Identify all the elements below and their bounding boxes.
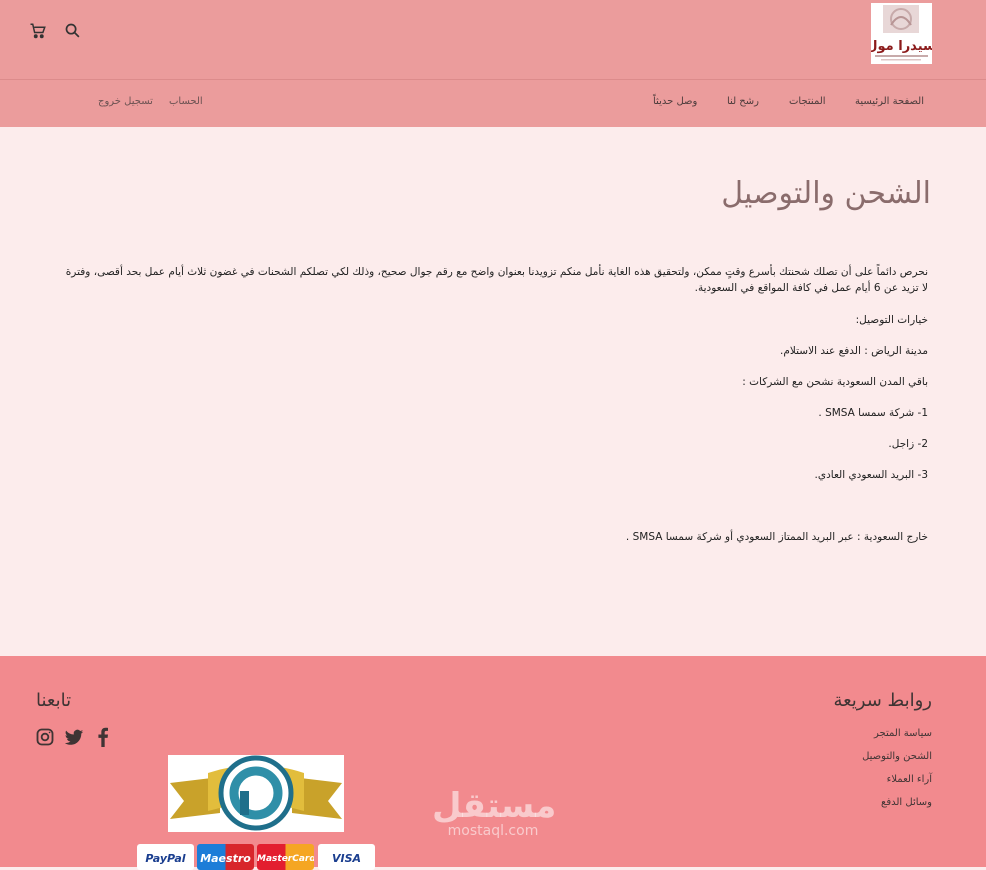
cart-icon[interactable] — [29, 22, 49, 42]
content-option-smsa: 1- شركة سمسا SMSA . — [818, 407, 928, 419]
mastercard-card: MasterCard — [257, 844, 314, 870]
quick-links-heading: روابط سريعة — [833, 690, 932, 711]
mostaql-watermark: مستقل mostaql.com — [432, 786, 557, 839]
facebook-icon[interactable] — [96, 727, 118, 749]
account-link[interactable]: الحساب — [169, 96, 203, 107]
page-title: الشحن والتوصيل — [721, 176, 931, 211]
follow-us-heading: تابعنا — [36, 690, 72, 711]
paypal-card: PayPal — [137, 844, 194, 870]
nav-home[interactable]: الصفحة الرئيسية — [855, 96, 924, 107]
content-outside-ksa: خارج السعودية : عبر البريد الممتاز السعو… — [625, 531, 928, 543]
content-option-zajil: 2- زاجل. — [888, 438, 928, 450]
watermark-url: mostaql.com — [447, 823, 539, 839]
nav-new-arrivals[interactable]: وصل حديثاً — [653, 96, 697, 107]
logout-link[interactable]: تسجيل خروج — [98, 96, 153, 107]
content-option-post: 3- البريد السعودي العادي. — [814, 469, 928, 481]
search-icon[interactable] — [64, 22, 84, 42]
page-content: نحرص دائماً على أن تصلك شحنتك بأسرع وقتٍ… — [60, 264, 928, 545]
content-riyadh: مدينة الرياض : الدفع عند الاستلام. — [780, 345, 928, 357]
instagram-icon[interactable] — [35, 727, 57, 749]
footer-link-store-policy[interactable]: سياسة المتجر — [874, 728, 932, 739]
trust-badge-image — [168, 755, 344, 832]
maestro-card: Maestro — [197, 844, 254, 870]
twitter-icon[interactable] — [64, 727, 86, 749]
content-delivery-options: خيارات التوصيل: — [855, 314, 928, 326]
content-other-cities: باقي المدن السعودية نشحن مع الشركات : — [742, 376, 928, 388]
content-intro: نحرص دائماً على أن تصلك شحنتك بأسرع وقتٍ… — [65, 266, 928, 294]
footer-link-reviews[interactable]: آراء العملاء — [887, 774, 932, 785]
visa-card: VISA — [318, 844, 375, 870]
nav-recommend[interactable]: رشح لنا — [727, 96, 759, 107]
header-top-bar — [0, 0, 986, 80]
nav-products[interactable]: المنتجات — [789, 96, 826, 107]
watermark-arabic: مستقل — [432, 786, 557, 826]
footer-link-shipping[interactable]: الشحن والتوصيل — [862, 751, 932, 762]
logo-text: سيدرا مول — [871, 39, 932, 54]
footer-link-payment[interactable]: وسائل الدفع — [881, 797, 932, 808]
site-logo[interactable]: سيدرا مول — [871, 3, 932, 64]
